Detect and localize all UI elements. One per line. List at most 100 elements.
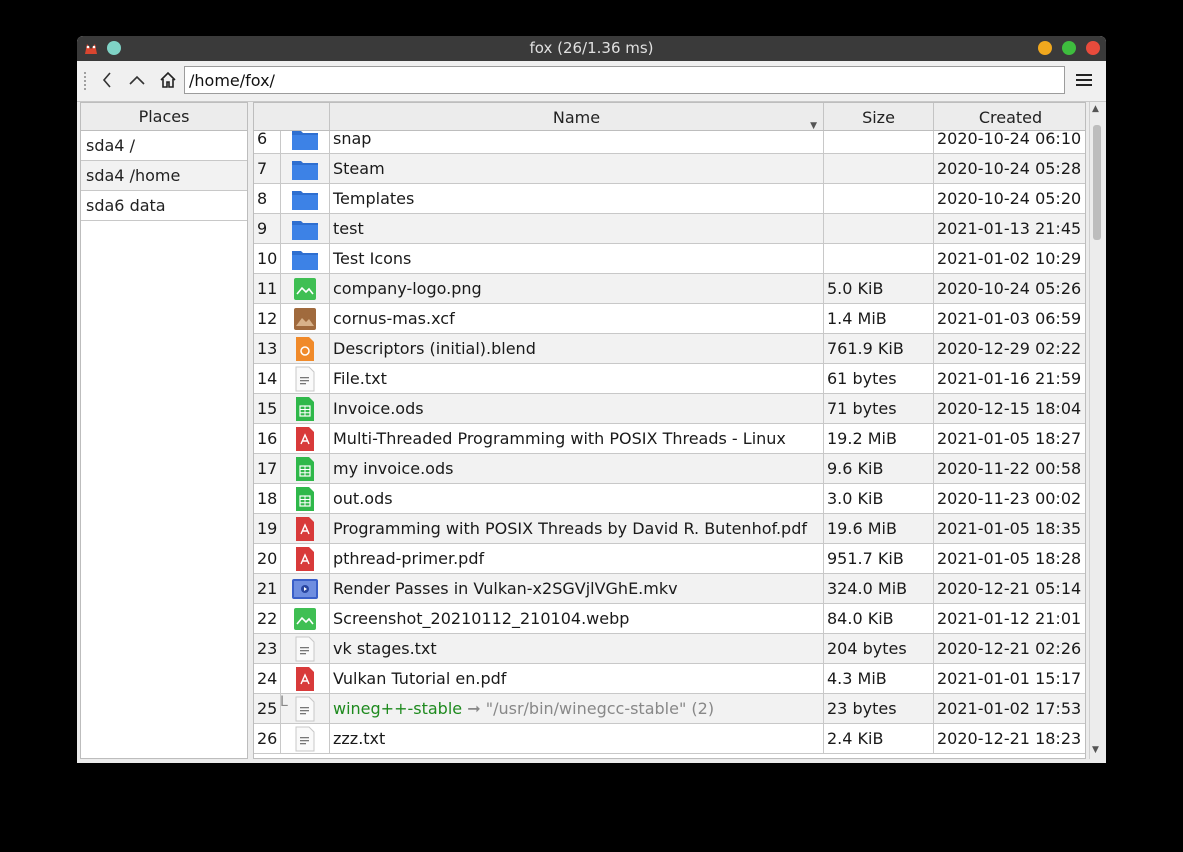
table-row[interactable]: 12 cornus-mas.xcf 1.4 MiB 2021-01-03 06:59: [254, 304, 1085, 334]
minimize-button[interactable]: [1038, 41, 1052, 55]
maximize-button[interactable]: [1062, 41, 1076, 55]
file-name: snap: [333, 129, 372, 148]
place-item[interactable]: sda6 data: [81, 191, 247, 221]
name-cell: my invoice.ods: [330, 454, 824, 483]
table-row[interactable]: 20 pthread-primer.pdf 951.7 KiB 2021-01-05 …: [254, 544, 1085, 574]
place-item[interactable]: sda4 /: [81, 131, 247, 161]
file-manager-window: fox (26/1.36 ms) Places: [77, 36, 1106, 763]
created-cell: 2020-10-24 05:20: [937, 189, 1082, 208]
size-cell: 951.7 KiB: [824, 544, 934, 573]
vertical-scrollbar[interactable]: ▲ ▼: [1089, 102, 1104, 759]
toolbar: [77, 61, 1106, 102]
name-cell: company-logo.png: [330, 274, 824, 303]
name-cell: Multi-Threaded Programming with POSIX Th…: [330, 424, 824, 453]
toolbar-grip[interactable]: [83, 71, 87, 91]
scrollbar-thumb[interactable]: [1093, 125, 1101, 240]
size-cell: [824, 244, 934, 273]
xcf-file-icon: [280, 304, 330, 333]
table-row[interactable]: 26 zzz.txt 2.4 KiB 2020-12-21 18:23: [254, 724, 1085, 754]
row-index: 22: [257, 609, 278, 628]
size-cell: 23 bytes: [824, 694, 934, 723]
table-row[interactable]: 15 Invoice.ods 71 bytes 2020-12-15 18:04: [254, 394, 1085, 424]
row-index: 23: [257, 639, 278, 658]
row-index: 20: [257, 549, 278, 568]
table-row[interactable]: 22 Screenshot_20210112_210104.webp 84.0 Ki…: [254, 604, 1085, 634]
table-row[interactable]: 9 test 2021-01-13 21:45: [254, 214, 1085, 244]
places-header: Places: [81, 103, 247, 131]
file-table: 6 snap 2020-10-24 06:10 7 Steam 2020-10-24 05…: [253, 102, 1086, 759]
size-cell: 61 bytes: [824, 364, 934, 393]
table-row[interactable]: 16 Multi-Threaded Programming with POSIX …: [254, 424, 1085, 454]
scroll-down-icon[interactable]: ▼: [1092, 745, 1099, 755]
created-cell: 2020-10-24 05:28: [937, 159, 1082, 178]
back-button[interactable]: [95, 67, 119, 93]
symlink-arrow: ➞: [467, 699, 481, 718]
created-cell: 2020-11-23 00:02: [937, 489, 1082, 508]
table-row[interactable]: 17 my invoice.ods 9.6 KiB 2020-11-22 00:58: [254, 454, 1085, 484]
name-cell: pthread-primer.pdf: [330, 544, 824, 573]
header-index-column[interactable]: [254, 103, 330, 130]
header-name[interactable]: Name ▼: [330, 103, 824, 131]
row-index: 15: [257, 399, 278, 418]
row-index: 7: [257, 159, 268, 178]
close-button[interactable]: [1086, 41, 1100, 55]
hamburger-menu-icon: [1075, 72, 1093, 88]
row-index: 21: [257, 579, 278, 598]
table-row[interactable]: 18 out.ods 3.0 KiB 2020-11-23 00:02: [254, 484, 1085, 514]
table-row[interactable]: 21 Render Passes in Vulkan-x2SGVjlVGhE.mk…: [254, 574, 1085, 604]
table-row[interactable]: 19 Programming with POSIX Threads by Davi…: [254, 514, 1085, 544]
name-cell: File.txt: [330, 364, 824, 393]
name-cell: Invoice.ods: [330, 394, 824, 423]
table-row[interactable]: 8 Templates 2020-10-24 05:20: [254, 184, 1085, 214]
up-button[interactable]: [125, 67, 149, 93]
spreadsheet-file-icon: [280, 394, 330, 423]
file-name: File.txt: [333, 369, 387, 388]
symlink-target: "/usr/bin/winegcc-stable" (2): [485, 699, 715, 718]
table-row[interactable]: 24 Vulkan Tutorial en.pdf 4.3 MiB 2021-01-0…: [254, 664, 1085, 694]
pdf-file-icon: [280, 514, 330, 543]
name-cell: Descriptors (initial).blend: [330, 334, 824, 363]
table-header: Name ▼ Size Created: [254, 103, 1085, 131]
created-cell: 2020-12-21 05:14: [937, 579, 1082, 598]
menu-button[interactable]: [1072, 67, 1096, 93]
file-name: Render Passes in Vulkan-x2SGVjlVGhE.mkv: [333, 579, 678, 598]
header-size[interactable]: Size: [824, 103, 934, 130]
table-row[interactable]: 11 company-logo.png 5.0 KiB 2020-10-24 05:2…: [254, 274, 1085, 304]
file-name: Programming with POSIX Threads by David …: [333, 519, 807, 538]
home-button[interactable]: [156, 67, 180, 93]
row-index: 9: [257, 219, 268, 238]
created-cell: 2021-01-05 18:27: [937, 429, 1082, 448]
row-index: 14: [257, 369, 278, 388]
name-cell: zzz.txt: [330, 724, 824, 753]
spreadsheet-file-icon: [280, 484, 330, 513]
table-row[interactable]: 13 Descriptors (initial).blend 761.9 KiB 20…: [254, 334, 1085, 364]
place-item[interactable]: sda4 /home: [81, 161, 247, 191]
table-row[interactable]: 14 File.txt 61 bytes 2021-01-16 21:59: [254, 364, 1085, 394]
name-cell: Test Icons: [330, 244, 824, 273]
scroll-up-icon[interactable]: ▲: [1092, 104, 1099, 114]
name-cell: cornus-mas.xcf: [330, 304, 824, 333]
row-index: 24: [257, 669, 278, 688]
size-cell: [824, 184, 934, 213]
title-bar[interactable]: fox (26/1.36 ms): [77, 36, 1106, 61]
header-created[interactable]: Created: [934, 103, 1085, 130]
back-arrow-icon: [101, 71, 113, 89]
table-row[interactable]: 23 vk stages.txt 204 bytes 2020-12-21 02:26: [254, 634, 1085, 664]
path-input[interactable]: [184, 66, 1065, 94]
file-name: vk stages.txt: [333, 639, 437, 658]
name-cell: Screenshot_20210112_210104.webp: [330, 604, 824, 633]
image-file-icon: [280, 274, 330, 303]
table-row[interactable]: 7 Steam 2020-10-24 05:28: [254, 154, 1085, 184]
size-cell: 9.6 KiB: [824, 454, 934, 483]
row-index: 25: [257, 699, 278, 718]
table-row[interactable]: 10 Test Icons 2021-01-02 10:29: [254, 244, 1085, 274]
pdf-file-icon: [280, 424, 330, 453]
text-file-icon: [280, 694, 330, 723]
size-cell: 324.0 MiB: [824, 574, 934, 603]
table-row[interactable]: 25 Lwineg++-stable ➞ "/usr/bin/winegcc-st…: [254, 694, 1085, 724]
name-cell: wineg++-stable ➞ "/usr/bin/winegcc-stabl…: [330, 694, 824, 723]
folder-icon: [280, 154, 330, 183]
file-name: out.ods: [333, 489, 393, 508]
row-index: 19: [257, 519, 278, 538]
created-cell: 2020-12-29 02:22: [937, 339, 1082, 358]
